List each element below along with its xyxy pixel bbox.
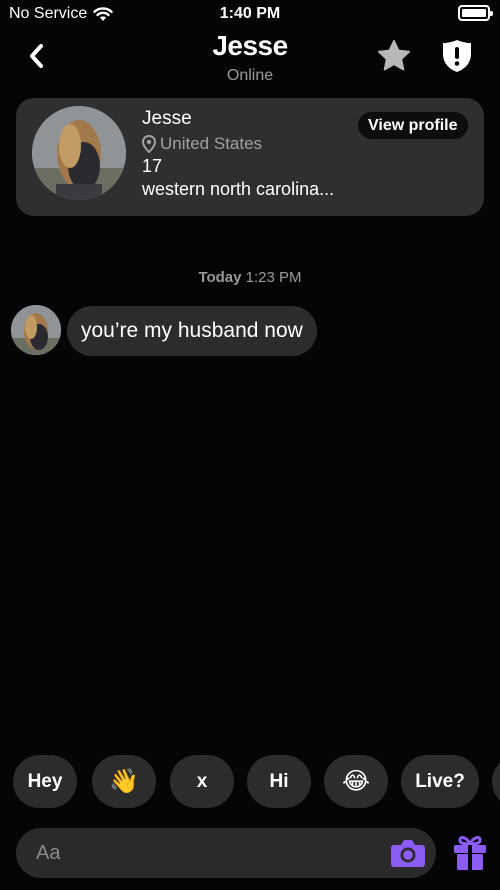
shield-icon	[443, 40, 471, 72]
quick-reply-wave[interactable]: 👋	[92, 755, 156, 808]
profile-card[interactable]: Jesse United States 17 western north car…	[16, 98, 484, 216]
message-timestamp: Today 1:23 PM	[0, 269, 500, 286]
report-button[interactable]	[440, 38, 474, 74]
status-bar: No Service 1:40 PM	[0, 0, 500, 28]
camera-icon	[391, 840, 425, 867]
timestamp-time: 1:23 PM	[245, 269, 302, 286]
profile-name: Jesse	[142, 108, 192, 129]
timestamp-day: Today	[198, 269, 242, 286]
quick-reply-hey[interactable]: Hey	[13, 755, 77, 808]
view-profile-button[interactable]: View profile	[358, 112, 468, 139]
message-input[interactable]	[36, 828, 376, 878]
incoming-message-bubble[interactable]: you’re my husband now	[67, 306, 317, 356]
chat-header: Jesse Online	[0, 28, 500, 92]
camera-button[interactable]	[390, 836, 426, 870]
quick-reply-laugh[interactable]: 😂	[324, 755, 388, 808]
quick-reply-live[interactable]: Live?	[401, 755, 479, 808]
quick-reply-hi[interactable]: Hi	[247, 755, 311, 808]
quick-reply-more[interactable]	[492, 755, 500, 808]
quick-reply-x[interactable]: x	[170, 755, 234, 808]
location-pin-icon	[142, 135, 156, 153]
status-time: 1:40 PM	[219, 5, 281, 22]
favorite-button[interactable]	[376, 38, 412, 74]
gift-button[interactable]	[452, 834, 488, 872]
profile-avatar[interactable]	[32, 106, 126, 200]
star-icon	[378, 40, 410, 71]
sender-avatar[interactable]	[11, 305, 61, 355]
quick-replies-bar: Hey 👋 x Hi 😂 Live?	[0, 755, 500, 809]
battery-icon	[458, 5, 493, 21]
profile-location: United States	[142, 134, 262, 154]
page-title: Jesse	[212, 30, 288, 61]
profile-location-label: United States	[160, 134, 263, 153]
gift-icon	[454, 836, 486, 870]
online-status: Online	[226, 67, 274, 84]
profile-bio: western north carolina...	[142, 179, 335, 199]
profile-age: 17	[142, 156, 163, 176]
message-composer	[16, 828, 436, 878]
